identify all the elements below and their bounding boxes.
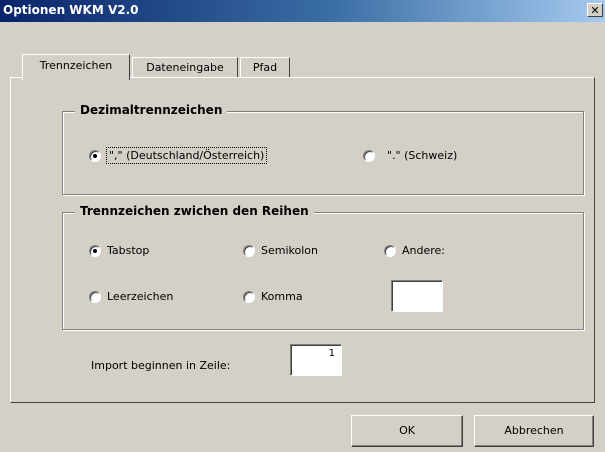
radio-label: "." (Schweiz) — [387, 149, 458, 162]
radio-button[interactable] — [243, 290, 255, 303]
import-start-row-input[interactable]: 1 — [290, 344, 342, 376]
radio-button[interactable] — [384, 244, 396, 257]
close-icon: ✕ — [590, 4, 600, 17]
window-title: Optionen WKM V2.0 — [3, 3, 139, 17]
radio-button[interactable] — [243, 244, 255, 257]
radio-label: "," (Deutschland/Österreich) — [105, 147, 268, 164]
tab-panel: Dezimaltrennzeichen "," (Deutschland/Öst… — [10, 77, 595, 403]
other-separator-input[interactable] — [391, 280, 443, 312]
radio-dot-ch[interactable]: "." (Schweiz) — [363, 149, 457, 162]
tab-label: Trennzeichen — [39, 59, 113, 72]
radio-andere[interactable]: Andere: — [384, 244, 445, 257]
cancel-button-label: Abbrechen — [504, 424, 564, 437]
group-title: Trennzeichen zwichen den Reihen — [75, 204, 314, 218]
ok-button-label: OK — [399, 424, 415, 437]
radio-button[interactable] — [89, 244, 101, 257]
radio-leerzeichen[interactable]: Leerzeichen — [89, 290, 173, 303]
radio-button[interactable] — [363, 149, 375, 162]
radio-button[interactable] — [89, 149, 101, 162]
tab-dateneingabe[interactable]: Dateneingabe — [132, 57, 238, 78]
decimal-separator-group: Dezimaltrennzeichen "," (Deutschland/Öst… — [62, 103, 584, 195]
cancel-button[interactable]: Abbrechen — [474, 415, 594, 447]
close-button[interactable]: ✕ — [587, 3, 603, 17]
radio-label: Semikolon — [261, 244, 318, 257]
title-bar: Optionen WKM V2.0 ✕ — [0, 0, 605, 22]
tab-pfad[interactable]: Pfad — [240, 57, 290, 78]
tab-label: Dateneingabe — [146, 61, 224, 74]
tab-trennzeichen[interactable]: Trennzeichen — [22, 54, 130, 80]
tab-label: Pfad — [252, 61, 278, 74]
radio-tabstop[interactable]: Tabstop — [89, 244, 149, 257]
radio-semikolon[interactable]: Semikolon — [243, 244, 318, 257]
row-separator-group: Trennzeichen zwichen den Reihen Tabstop … — [62, 204, 584, 330]
radio-komma[interactable]: Komma — [243, 290, 303, 303]
group-title: Dezimaltrennzeichen — [75, 103, 228, 117]
radio-label: Leerzeichen — [107, 290, 174, 303]
radio-comma-de-at[interactable]: "," (Deutschland/Österreich) — [89, 147, 268, 164]
import-start-label: Import beginnen in Zeile: — [91, 359, 231, 372]
radio-label: Komma — [261, 290, 303, 303]
ok-button[interactable]: OK — [351, 415, 463, 447]
radio-label: Andere: — [402, 244, 446, 257]
radio-label: Tabstop — [107, 244, 150, 257]
radio-button[interactable] — [89, 290, 101, 303]
